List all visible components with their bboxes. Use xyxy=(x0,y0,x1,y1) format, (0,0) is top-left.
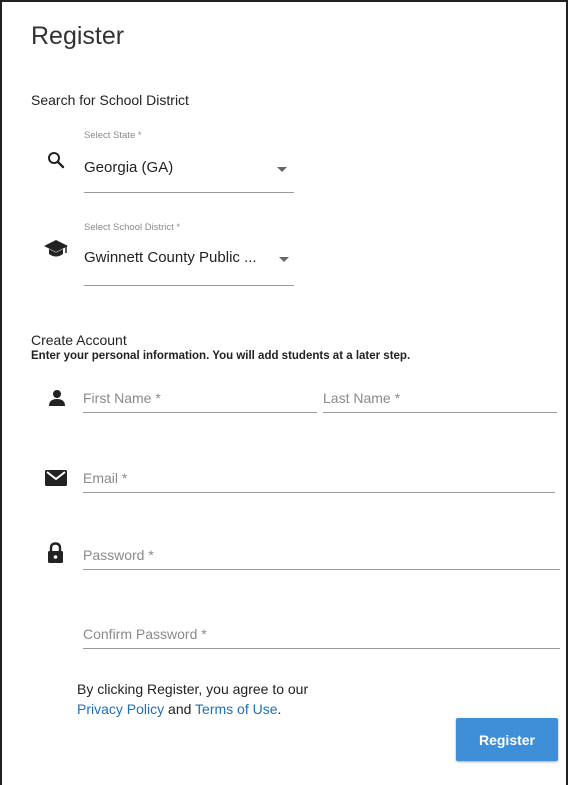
create-account-heading: Create Account xyxy=(31,332,127,348)
confirm-password-underline xyxy=(83,648,560,649)
password-placeholder: Password * xyxy=(83,547,154,563)
district-select-underline xyxy=(84,285,294,286)
page-title: Register xyxy=(31,22,125,50)
state-select[interactable]: Select State * Georgia (GA) xyxy=(84,126,294,196)
password-underline xyxy=(83,569,560,570)
district-select-label: Select School District * xyxy=(84,222,181,233)
terms-of-use-link[interactable]: Terms of Use xyxy=(195,701,277,717)
confirm-password-placeholder: Confirm Password * xyxy=(83,626,207,642)
district-search-heading: Search for School District xyxy=(31,92,189,108)
search-icon xyxy=(47,151,65,169)
legal-links-line: Privacy Policy and Terms of Use. xyxy=(77,701,281,717)
graduation-cap-icon xyxy=(43,238,69,260)
state-select-value: Georgia (GA) xyxy=(84,159,174,176)
legal-agreement-text: By clicking Register, you agree to our xyxy=(77,681,309,697)
state-select-underline xyxy=(84,192,294,193)
last-name-underline xyxy=(323,412,557,413)
chevron-down-icon xyxy=(279,257,289,262)
password-field[interactable]: Password * xyxy=(83,542,560,570)
district-select[interactable]: Select School District * Gwinnett County… xyxy=(84,218,294,288)
legal-and-text: and xyxy=(168,701,192,717)
email-placeholder: Email * xyxy=(83,470,128,486)
last-name-placeholder: Last Name * xyxy=(323,390,401,406)
create-account-note: Enter your personal information. You wil… xyxy=(31,350,411,362)
chevron-down-icon xyxy=(277,167,287,172)
legal-period: . xyxy=(277,701,282,717)
first-name-underline xyxy=(83,412,317,413)
first-name-field[interactable]: First Name * xyxy=(83,386,317,414)
first-name-placeholder: First Name * xyxy=(83,390,161,406)
email-underline xyxy=(83,492,555,493)
envelope-icon xyxy=(45,470,67,486)
confirm-password-field[interactable]: Confirm Password * xyxy=(83,620,560,649)
state-select-label: Select State * xyxy=(84,130,142,141)
person-icon xyxy=(48,389,66,407)
district-select-value: Gwinnett County Public ... xyxy=(84,249,257,266)
privacy-policy-link[interactable]: Privacy Policy xyxy=(77,701,164,717)
lock-icon xyxy=(47,542,64,564)
last-name-field[interactable]: Last Name * xyxy=(323,386,557,414)
register-button[interactable]: Register xyxy=(456,718,558,761)
email-field[interactable]: Email * xyxy=(83,465,555,493)
